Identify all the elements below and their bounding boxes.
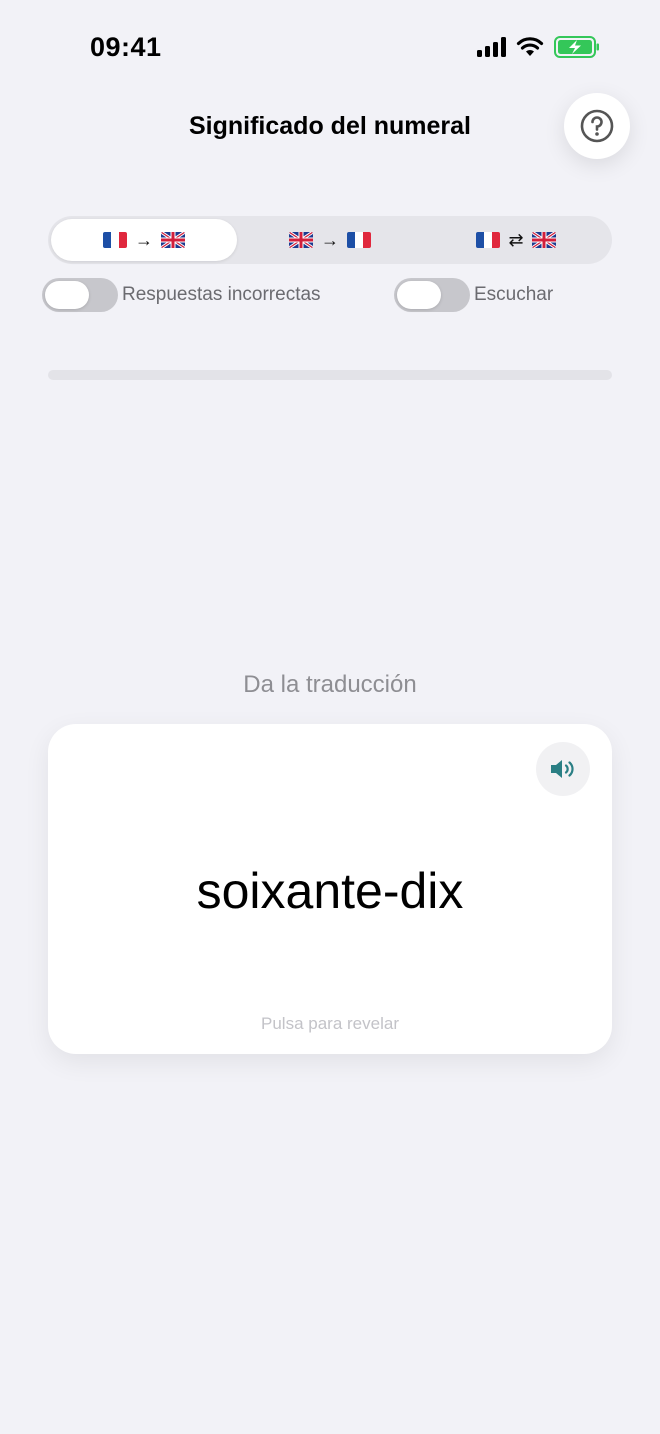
quiz-prompt: Da la traducción (243, 671, 417, 698)
swap-arrows-icon: ⇄ (508, 229, 524, 250)
direction-selector: → → ⇄ (48, 216, 612, 264)
speaker-icon (551, 760, 574, 778)
incorrect-answers-toggle-row: Respuestas incorrectas (42, 278, 321, 312)
progress-bar (48, 370, 612, 380)
status-icons (477, 36, 600, 58)
direction-gb-to-fr[interactable]: → (237, 219, 423, 261)
quiz-word: soixante-dix (196, 863, 464, 919)
listen-toggle[interactable] (394, 278, 470, 312)
toggle-knob (397, 281, 441, 309)
uk-flag-icon (289, 232, 313, 248)
listen-toggle-row: Escuchar (394, 278, 553, 312)
battery-charging-icon (554, 36, 599, 58)
screen: 09:41 Significado del numeral → → ⇄ Resp… (0, 0, 660, 1434)
incorrect-answers-toggle[interactable] (42, 278, 118, 312)
arrow-right-icon: → (135, 229, 153, 250)
status-time: 09:41 (90, 32, 162, 62)
france-flag-icon (103, 232, 127, 248)
question-circle-icon (580, 109, 614, 143)
toggle-knob (45, 281, 89, 309)
play-sound-button[interactable] (536, 742, 590, 796)
france-flag-icon (476, 232, 501, 248)
wifi-icon (516, 37, 544, 56)
arrow-right-icon: → (321, 229, 339, 250)
reveal-hint: Pulsa para revelar (261, 1014, 399, 1033)
page-title: Significado del numeral (189, 112, 471, 140)
uk-flag-icon (531, 232, 556, 248)
flashcard[interactable]: soixante-dix Pulsa para revelar (48, 724, 612, 1054)
incorrect-answers-label: Respuestas incorrectas (122, 284, 321, 305)
cellular-signal-icon (477, 37, 506, 57)
france-flag-icon (347, 232, 371, 248)
direction-bidirectional[interactable]: ⇄ (423, 219, 609, 261)
uk-flag-icon (161, 232, 185, 248)
listen-label: Escuchar (474, 284, 554, 305)
direction-fr-to-gb[interactable]: → (51, 219, 237, 261)
help-button[interactable] (564, 93, 630, 159)
